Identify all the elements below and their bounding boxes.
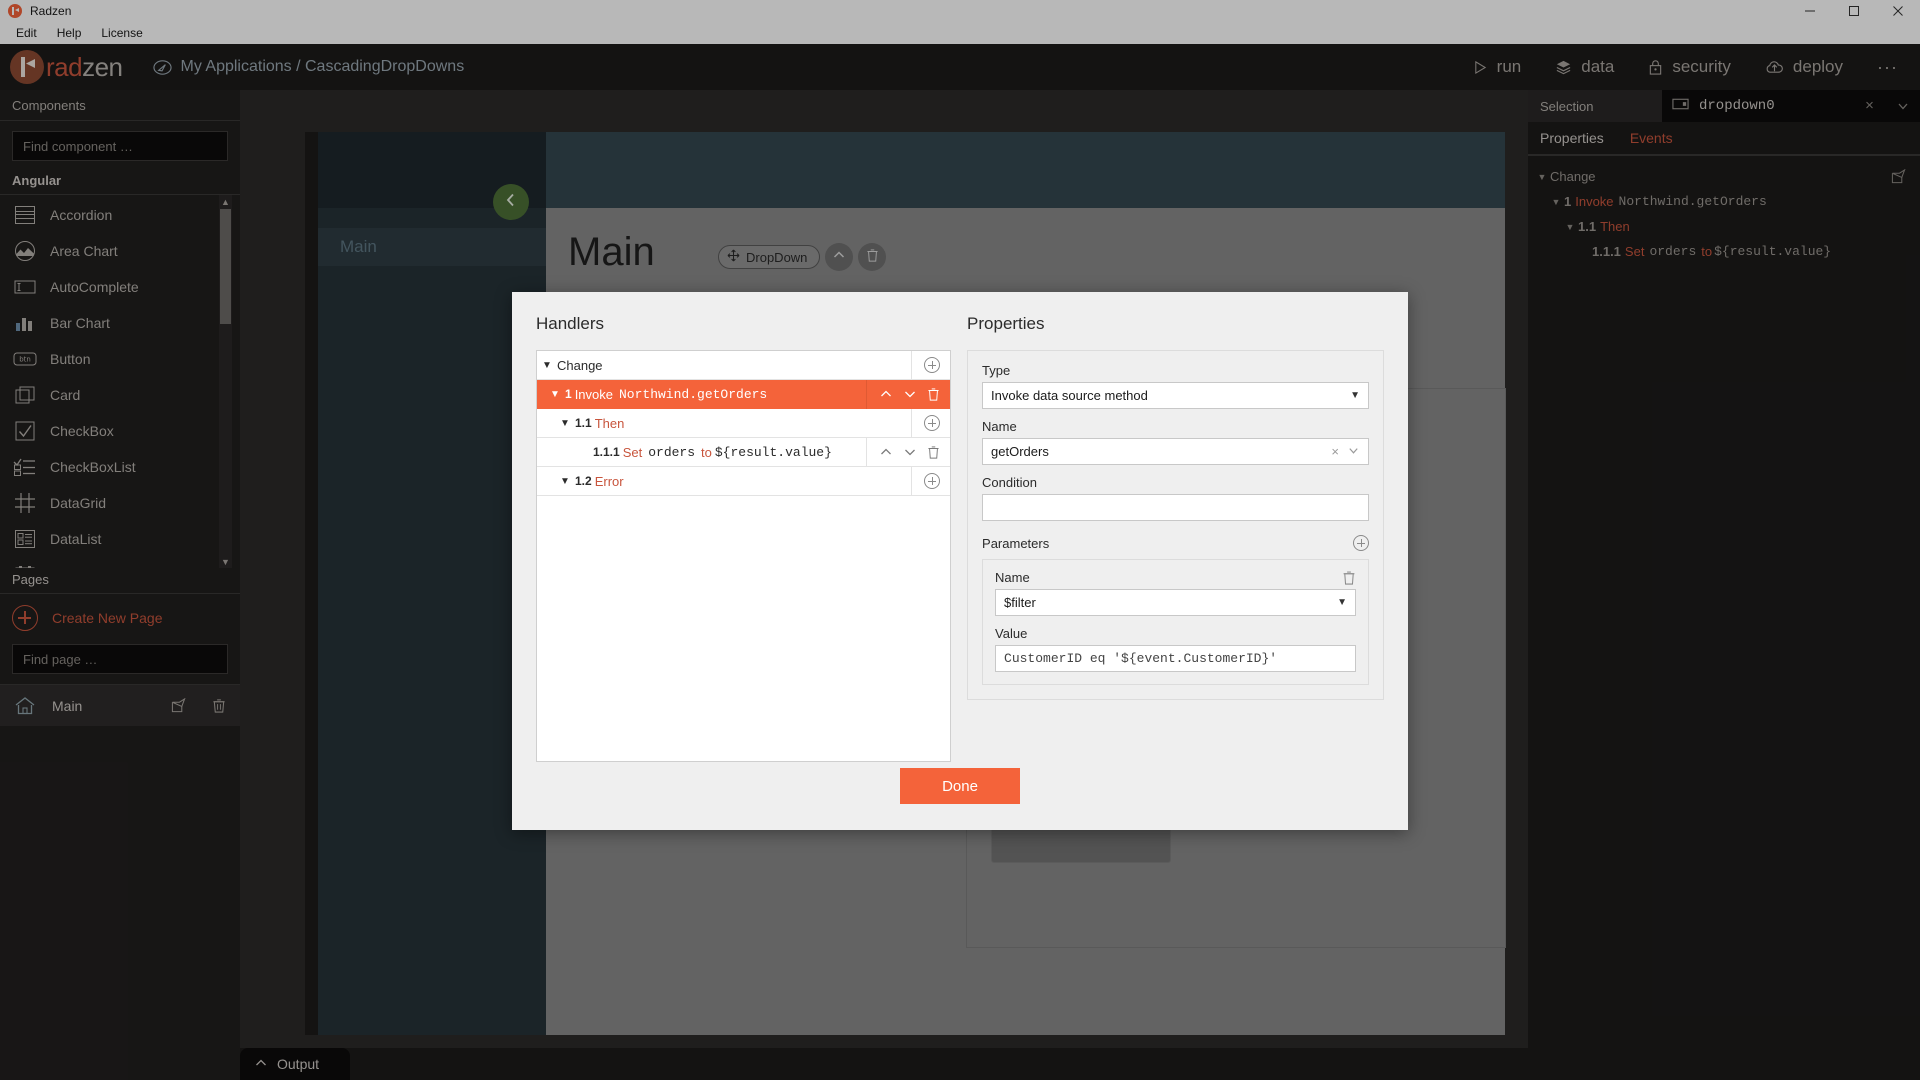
condition-input[interactable] bbox=[982, 494, 1369, 521]
handler-number: 1.2 bbox=[575, 474, 592, 488]
type-select[interactable]: Invoke data source method ▼ bbox=[982, 382, 1369, 409]
handler-row-set[interactable]: 1.1.1 Set orders to ${result.value} bbox=[537, 437, 951, 467]
delete-parameter-button[interactable] bbox=[1342, 570, 1356, 585]
circle-plus-icon[interactable] bbox=[924, 415, 941, 431]
circle-plus-icon bbox=[1353, 535, 1369, 551]
handler-keyword: Error bbox=[594, 473, 624, 489]
parameter-value-text: CustomerID eq '${event.CustomerID}' bbox=[1004, 651, 1278, 666]
chevron-down-icon[interactable] bbox=[1347, 444, 1360, 460]
chevron-up-icon[interactable] bbox=[879, 387, 893, 401]
handler-row-actions bbox=[866, 437, 950, 467]
chevron-down-icon[interactable] bbox=[903, 445, 917, 459]
handler-number: 1.1.1 bbox=[593, 445, 620, 459]
event-handlers-dialog: Handlers ▼ Change ▼ 1 Invoke Northwind.g… bbox=[512, 292, 1408, 830]
caret-down-icon[interactable]: ▼ bbox=[537, 360, 557, 371]
handler-row-actions bbox=[866, 379, 950, 409]
dialog-columns: Handlers ▼ Change ▼ 1 Invoke Northwind.g… bbox=[512, 292, 1408, 762]
handler-keyword2: to bbox=[701, 444, 712, 460]
handler-keyword: Invoke bbox=[574, 386, 613, 402]
name-value: getOrders bbox=[991, 444, 1049, 459]
dialog-footer: Done bbox=[512, 768, 1408, 804]
type-label: Type bbox=[982, 363, 1011, 378]
handler-number: 1.1 bbox=[575, 416, 592, 430]
handler-row-error[interactable]: ▼ 1.2 Error bbox=[537, 466, 951, 496]
handler-target: orders bbox=[648, 444, 696, 460]
caret-down-icon[interactable]: ▼ bbox=[555, 418, 575, 429]
handler-row-invoke[interactable]: ▼ 1 Invoke Northwind.getOrders bbox=[537, 379, 951, 409]
parameters-header: Parameters bbox=[982, 535, 1369, 551]
circle-plus-icon[interactable] bbox=[924, 357, 941, 373]
properties-column: Properties Type Invoke data source metho… bbox=[967, 314, 1384, 762]
handler-row-then[interactable]: ▼ 1.1 Then bbox=[537, 408, 951, 438]
chevron-up-icon[interactable] bbox=[879, 445, 893, 459]
handler-row-actions bbox=[911, 408, 950, 438]
handler-row-change[interactable]: ▼ Change bbox=[537, 350, 951, 380]
handler-row-actions bbox=[911, 466, 950, 496]
parameter-name-header: Name bbox=[995, 570, 1356, 585]
handler-target: Northwind.getOrders bbox=[619, 386, 768, 402]
type-value: Invoke data source method bbox=[991, 388, 1148, 403]
handler-keyword: Set bbox=[622, 444, 643, 460]
chevron-down-icon: ▼ bbox=[1337, 597, 1347, 608]
close-icon[interactable]: × bbox=[1331, 444, 1339, 459]
parameters-label: Parameters bbox=[982, 535, 1050, 551]
handlers-tree: ▼ Change ▼ 1 Invoke Northwind.getOrders bbox=[536, 350, 952, 762]
parameter-name-select[interactable]: $filter ▼ bbox=[995, 589, 1356, 616]
parameter-name-label: Name bbox=[995, 570, 1030, 585]
name-label: Name bbox=[982, 419, 1017, 434]
properties-box: Type Invoke data source method ▼ Name ge… bbox=[967, 350, 1384, 700]
handler-number: 1 bbox=[565, 387, 572, 401]
handlers-title: Handlers bbox=[536, 314, 605, 333]
handler-keyword: Then bbox=[594, 415, 625, 431]
condition-label: Condition bbox=[982, 475, 1037, 490]
circle-plus-icon[interactable] bbox=[924, 473, 941, 489]
add-parameter-button[interactable] bbox=[1353, 535, 1369, 551]
handler-expression: ${result.value} bbox=[714, 444, 832, 460]
caret-down-icon[interactable]: ▼ bbox=[555, 476, 575, 487]
trash-icon[interactable] bbox=[927, 387, 940, 401]
chevron-down-icon[interactable] bbox=[903, 387, 917, 401]
parameter-value-input[interactable]: CustomerID eq '${event.CustomerID}' bbox=[995, 645, 1356, 672]
caret-down-icon[interactable]: ▼ bbox=[545, 389, 565, 400]
parameter-card: Name $filter ▼ Value CustomerID eq '${ev… bbox=[982, 559, 1369, 685]
parameter-name-value: $filter bbox=[1004, 595, 1036, 610]
parameter-value-label: Value bbox=[995, 626, 1028, 641]
handlers-column: Handlers ▼ Change ▼ 1 Invoke Northwind.g… bbox=[536, 314, 952, 762]
chevron-down-icon: ▼ bbox=[1350, 390, 1360, 401]
name-select[interactable]: getOrders × bbox=[982, 438, 1369, 465]
handler-label: Change bbox=[557, 357, 603, 373]
properties-title: Properties bbox=[967, 314, 1045, 333]
handler-row-actions bbox=[911, 350, 950, 380]
done-button[interactable]: Done bbox=[900, 768, 1020, 804]
trash-icon[interactable] bbox=[927, 445, 940, 459]
